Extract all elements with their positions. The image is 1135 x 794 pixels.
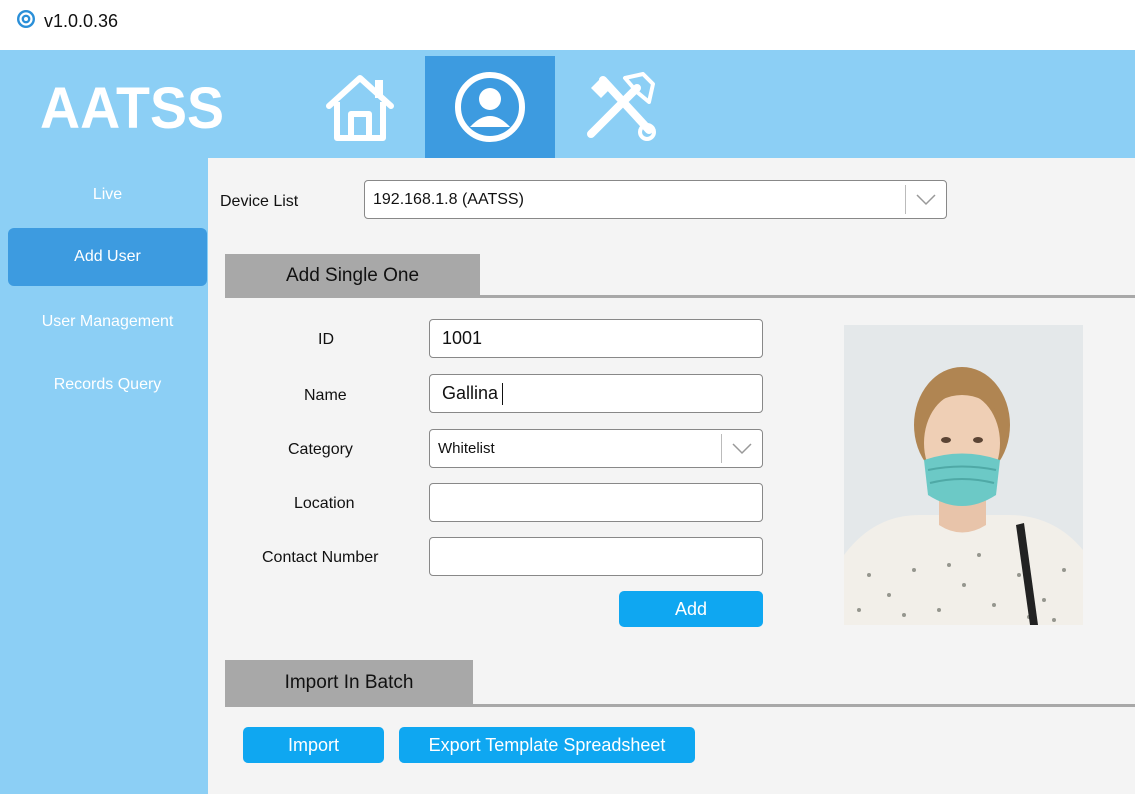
user-nav-button[interactable] bbox=[425, 56, 555, 158]
user-photo-image bbox=[844, 325, 1083, 625]
tab-label: Add Single One bbox=[285, 265, 420, 286]
category-label: Category bbox=[288, 441, 353, 458]
tools-nav-button[interactable] bbox=[557, 56, 687, 158]
sidebar-item-add-user[interactable]: Add User bbox=[8, 228, 207, 286]
add-button[interactable]: Add bbox=[619, 591, 763, 627]
sidebar-item-label: Live bbox=[92, 186, 123, 203]
tab-add-single-one[interactable]: Add Single One bbox=[225, 254, 480, 298]
location-field[interactable] bbox=[429, 483, 763, 522]
aatss-logo: AATSS bbox=[40, 78, 224, 134]
chevron-down-icon bbox=[721, 434, 762, 463]
sidebar-item-records-query[interactable]: Records Query bbox=[8, 356, 207, 414]
id-label: ID bbox=[318, 331, 334, 348]
device-list-label: Device List bbox=[220, 193, 299, 210]
sidebar-item-user-management[interactable]: User Management bbox=[8, 293, 207, 351]
app-version: v1.0.0.36 bbox=[44, 11, 119, 31]
location-label: Location bbox=[294, 495, 355, 512]
name-value: Gallina bbox=[442, 383, 499, 403]
import-button-label: Import bbox=[287, 734, 339, 755]
user-photo[interactable] bbox=[844, 325, 1083, 625]
export-template-button-label: Export Template Spreadsheet bbox=[428, 734, 666, 755]
tab-import-in-batch[interactable]: Import In Batch bbox=[225, 660, 473, 706]
category-select[interactable]: Whitelist bbox=[429, 429, 763, 468]
logo-text: AATSS bbox=[40, 78, 224, 134]
sidebar-item-label: User Management bbox=[41, 313, 174, 330]
device-list-value: 192.168.1.8 (AATSS) bbox=[373, 190, 524, 208]
text-cursor bbox=[502, 382, 504, 405]
chevron-down-icon bbox=[905, 185, 946, 214]
name-label: Name bbox=[304, 387, 347, 404]
id-field[interactable]: 1001 bbox=[429, 319, 763, 358]
sidebar-item-live[interactable]: Live bbox=[8, 166, 207, 224]
home-icon bbox=[326, 75, 394, 141]
tools-icon bbox=[587, 72, 656, 141]
home-nav-button[interactable] bbox=[295, 56, 425, 158]
id-value: 1001 bbox=[442, 328, 483, 348]
section-divider bbox=[225, 704, 1135, 707]
name-field[interactable]: Gallina bbox=[429, 374, 763, 413]
export-template-button[interactable]: Export Template Spreadsheet bbox=[399, 727, 695, 763]
tab-label: Import In Batch bbox=[284, 672, 414, 693]
import-button[interactable]: Import bbox=[243, 727, 384, 763]
title-bar: v1.0.0.36 bbox=[0, 0, 1135, 50]
sidebar-item-label: Records Query bbox=[53, 376, 162, 393]
sidebar-item-label: Add User bbox=[74, 248, 141, 265]
category-value: Whitelist bbox=[438, 440, 495, 457]
section-divider bbox=[225, 295, 1135, 298]
contact-number-label: Contact Number bbox=[262, 549, 379, 566]
user-icon bbox=[455, 72, 525, 142]
add-button-label: Add bbox=[674, 598, 708, 619]
app-icon bbox=[17, 10, 35, 28]
device-list-select[interactable]: 192.168.1.8 (AATSS) bbox=[364, 180, 947, 219]
contact-number-field[interactable] bbox=[429, 537, 763, 576]
